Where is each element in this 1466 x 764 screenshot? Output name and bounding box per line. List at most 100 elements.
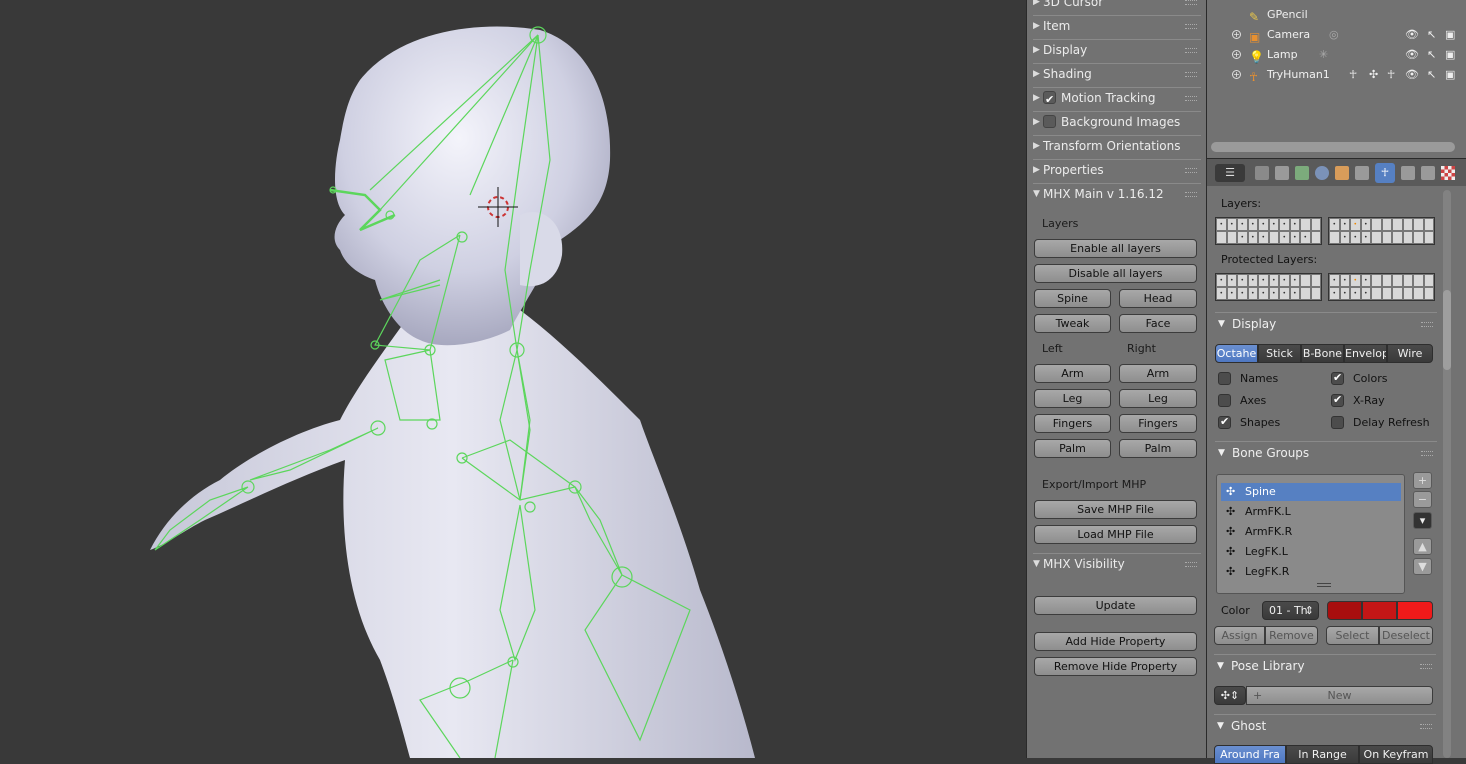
bone-groups-list[interactable]: ✣ Spine ✣ ArmFK.L ✣ ArmFK.R ✣ LegFK.L ✣ LegFK… <box>1216 474 1405 594</box>
panel-header-pose-library[interactable]: ▼ Pose Library <box>1214 654 1436 676</box>
panel-header-motion-tracking[interactable]: ▶ Motion Tracking <box>1033 87 1201 110</box>
drag-handle-icon[interactable] <box>1185 96 1197 101</box>
texture-tab-icon[interactable] <box>1441 166 1455 180</box>
expand-icon[interactable]: + <box>1232 30 1241 39</box>
deselect-button[interactable]: Deselect <box>1379 626 1433 645</box>
cursor-select-icon[interactable]: ↖ <box>1427 45 1436 65</box>
scrollbar-thumb[interactable] <box>1443 290 1451 370</box>
drag-handle-icon[interactable] <box>1421 322 1433 327</box>
display-mode-bbone[interactable]: B-Bone <box>1301 344 1344 363</box>
list-resize-handle-icon[interactable] <box>1317 583 1331 587</box>
remove-button[interactable]: Remove <box>1265 626 1318 645</box>
outliner-scrollbar[interactable] <box>1211 142 1455 152</box>
drag-handle-icon[interactable] <box>1185 562 1197 567</box>
render-icon[interactable]: ▣ <box>1445 25 1455 45</box>
panel-header-item[interactable]: ▶ Item <box>1033 15 1201 37</box>
eye-icon[interactable]: 👁 <box>1405 45 1419 65</box>
panel-header-shading[interactable]: ▶ Shading <box>1033 63 1201 85</box>
editor-type-icon[interactable]: ☰ <box>1215 164 1245 182</box>
render-icon[interactable]: ▣ <box>1445 45 1455 65</box>
add-hide-property-button[interactable]: Add Hide Property <box>1034 632 1197 651</box>
display-mode-envelope[interactable]: Envelop <box>1344 344 1387 363</box>
drag-handle-icon[interactable] <box>1185 72 1197 77</box>
spine-button[interactable]: Spine <box>1034 289 1111 308</box>
xray-checkbox[interactable]: X-Ray <box>1331 393 1385 408</box>
palm-left-button[interactable]: Palm <box>1034 439 1111 458</box>
ghost-on-keyframe[interactable]: On Keyfram <box>1359 745 1433 764</box>
delay-refresh-checkbox[interactable]: Delay Refresh <box>1331 416 1430 430</box>
leg-right-button[interactable]: Leg <box>1119 389 1197 408</box>
outliner-row-tryhuman1[interactable]: + ☥ TryHuman1 ☥ ✣ ☥ 👁 ↖ ▣ <box>1207 65 1457 85</box>
bone-group-item-armfk-r[interactable]: ✣ ArmFK.R <box>1221 523 1401 541</box>
select-button[interactable]: Select <box>1326 626 1379 645</box>
background-images-checkbox[interactable] <box>1043 115 1056 128</box>
arm-right-button[interactable]: Arm <box>1119 364 1197 383</box>
bone-constraints-tab-icon[interactable] <box>1421 166 1435 180</box>
properties-scrollbar[interactable] <box>1443 190 1451 758</box>
drag-handle-icon[interactable] <box>1185 192 1197 197</box>
shapes-checkbox[interactable]: Shapes <box>1218 415 1280 430</box>
bone-group-item-armfk-l[interactable]: ✣ ArmFK.L <box>1221 503 1401 521</box>
panel-header-background-images[interactable]: ▶ Background Images <box>1033 111 1201 133</box>
drag-handle-icon[interactable] <box>1185 168 1197 173</box>
panel-header-transform-orientations[interactable]: ▶ Transform Orientations <box>1033 135 1201 157</box>
head-button[interactable]: Head <box>1119 289 1197 308</box>
panel-header-ghost[interactable]: ▼ Ghost <box>1214 714 1436 736</box>
load-mhp-button[interactable]: Load MHP File <box>1034 525 1197 544</box>
colors-checkbox[interactable]: Colors <box>1331 371 1387 386</box>
layers-tab-icon[interactable] <box>1275 166 1289 180</box>
drag-handle-icon[interactable] <box>1420 724 1432 729</box>
eye-icon[interactable]: 👁 <box>1405 25 1419 45</box>
drag-handle-icon[interactable] <box>1185 24 1197 29</box>
arm-left-button[interactable]: Arm <box>1034 364 1111 383</box>
update-button[interactable]: Update <box>1034 596 1197 615</box>
render-tab-icon[interactable] <box>1255 166 1269 180</box>
face-button[interactable]: Face <box>1119 314 1197 333</box>
eye-icon[interactable]: 👁 <box>1405 65 1419 85</box>
display-mode-octahedral[interactable]: Octahe <box>1215 344 1258 363</box>
panel-header-display[interactable]: ▼ Display <box>1215 312 1437 334</box>
panel-header-display[interactable]: ▶ Display <box>1033 39 1201 61</box>
names-checkbox[interactable]: Names <box>1218 372 1278 386</box>
add-bone-group-button[interactable]: + <box>1413 472 1432 489</box>
bone-group-specials-button[interactable]: ▾ <box>1413 512 1432 529</box>
display-mode-stick[interactable]: Stick <box>1258 344 1301 363</box>
display-mode-wire[interactable]: Wire <box>1387 344 1433 363</box>
palm-right-button[interactable]: Palm <box>1119 439 1197 458</box>
layers-grid-1[interactable]: • • • • • • • • • • • • • • <box>1215 217 1322 245</box>
drag-handle-icon[interactable] <box>1420 664 1432 669</box>
move-down-button[interactable]: ▼ <box>1413 558 1432 575</box>
3d-viewport[interactable] <box>0 0 1026 758</box>
color-swatch-1[interactable] <box>1327 601 1362 620</box>
ghost-in-range[interactable]: In Range <box>1286 745 1359 764</box>
panel-header-bone-groups[interactable]: ▼ Bone Groups <box>1215 441 1437 463</box>
expand-icon[interactable]: + <box>1232 70 1241 79</box>
cursor-select-icon[interactable]: ↖ <box>1427 65 1436 85</box>
save-mhp-button[interactable]: Save MHP File <box>1034 500 1197 519</box>
ghost-around-frame[interactable]: Around Fra <box>1214 745 1286 764</box>
drag-handle-icon[interactable] <box>1421 451 1433 456</box>
armature-tab-icon[interactable]: ☥ <box>1375 163 1395 183</box>
object-tab-icon[interactable] <box>1335 166 1349 180</box>
world-tab-icon[interactable] <box>1315 166 1329 180</box>
protected-layers-grid-1[interactable]: • • • • • • • • • • • • • • • • <box>1215 273 1322 301</box>
remove-bone-group-button[interactable]: − <box>1413 491 1432 508</box>
bone-group-item-legfk-r[interactable]: ✣ LegFK.R <box>1221 563 1401 581</box>
expand-icon[interactable]: + <box>1232 50 1241 59</box>
pose-library-browse-button[interactable]: ✣⇕ <box>1214 686 1246 705</box>
scene-tab-icon[interactable] <box>1295 166 1309 180</box>
new-pose-library-button[interactable]: + New <box>1246 686 1433 705</box>
outliner-row-lamp[interactable]: + 💡 Lamp ✳ 👁 ↖ ▣ <box>1207 45 1457 65</box>
color-swatch-3[interactable] <box>1397 601 1433 620</box>
axes-checkbox[interactable]: Axes <box>1218 394 1266 408</box>
remove-hide-property-button[interactable]: Remove Hide Property <box>1034 657 1197 676</box>
cursor-select-icon[interactable]: ↖ <box>1427 25 1436 45</box>
enable-all-layers-button[interactable]: Enable all layers <box>1034 239 1197 258</box>
outliner-row-gpencil[interactable]: ✎ GPencil <box>1207 5 1457 25</box>
outliner-row-camera[interactable]: + ▣ Camera ◎ 👁 ↖ ▣ <box>1207 25 1457 45</box>
protected-layers-grid-2[interactable]: • • • • • • • • <box>1328 273 1435 301</box>
color-swatch-2[interactable] <box>1362 601 1397 620</box>
move-up-button[interactable]: ▲ <box>1413 538 1432 555</box>
constraints-tab-icon[interactable] <box>1355 166 1369 180</box>
drag-handle-icon[interactable] <box>1185 0 1197 5</box>
